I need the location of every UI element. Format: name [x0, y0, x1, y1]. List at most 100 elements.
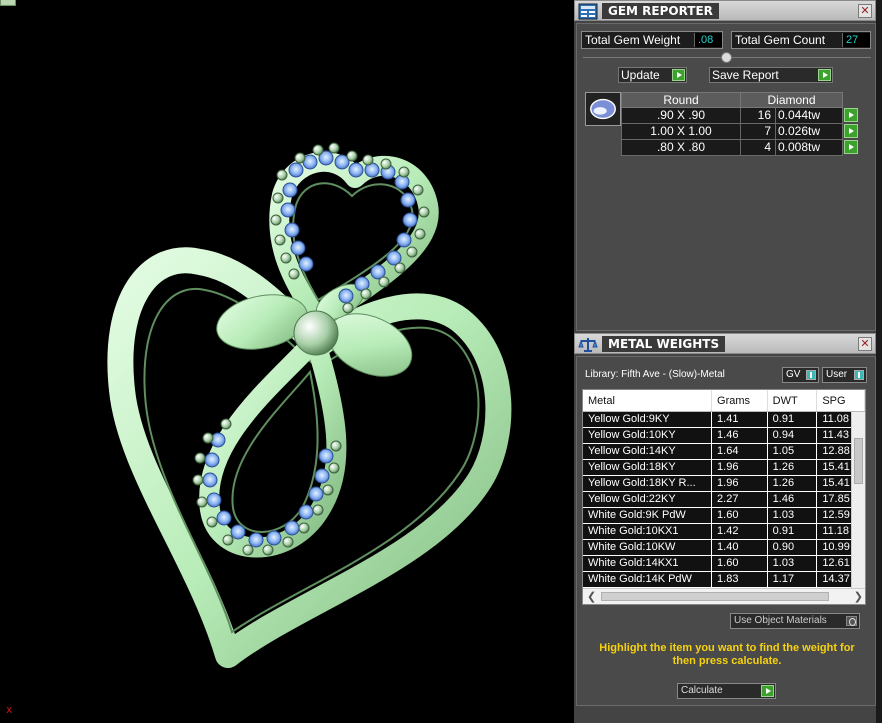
diamond-gem	[314, 468, 330, 484]
diamond-gem	[298, 504, 314, 520]
metal-name: White Gold:10KX1	[583, 524, 713, 539]
prong-bead	[272, 192, 284, 204]
prong-bead	[192, 474, 204, 486]
metal-grams: 1.96	[712, 460, 768, 475]
vertical-scroll-thumb[interactable]	[854, 438, 863, 484]
user-toggle[interactable]: User	[822, 367, 867, 383]
metal-weights-titlebar[interactable]: METAL WEIGHTS ✕	[574, 333, 876, 354]
diamond-gem	[288, 162, 304, 178]
table-row[interactable]: White Gold:14KX1 1.60 1.03 12.61	[583, 556, 865, 572]
center-ball	[293, 310, 339, 356]
prong-bead	[242, 544, 254, 556]
metal-table-rows: Yellow Gold:9KY 1.41 0.91 11.08 Yellow Gold:…	[583, 412, 865, 588]
prong-bead	[360, 288, 372, 300]
table-row[interactable]: Yellow Gold:18KY 1.96 1.26 15.41	[583, 460, 865, 476]
table-row[interactable]: Yellow Gold:18KY R... 1.96 1.26 15.41	[583, 476, 865, 492]
use-object-materials-checkbox[interactable]: Use Object Materials	[730, 613, 860, 629]
3d-viewport[interactable]: x	[0, 0, 574, 723]
metal-grams: 1.96	[712, 476, 768, 491]
play-arrow-icon	[761, 685, 774, 697]
total-gem-weight-value: .08	[694, 33, 722, 47]
metal-dwt: 1.03	[768, 556, 818, 571]
calculate-button[interactable]: Calculate	[677, 683, 776, 699]
diamond-gem	[266, 530, 282, 546]
gem-thumbnail-icon	[585, 92, 621, 126]
horizontal-scrollbar[interactable]: ❮ ❯	[583, 588, 865, 604]
prong-bead	[406, 246, 418, 258]
metal-dwt: 0.90	[768, 540, 818, 555]
gem-reporter-title: GEM REPORTER	[602, 3, 719, 19]
row-select-arrow-icon[interactable]	[844, 140, 858, 154]
save-report-button[interactable]: Save Report	[709, 67, 833, 83]
diamond-gem	[318, 448, 334, 464]
table-row[interactable]: Yellow Gold:9KY 1.41 0.91 11.08	[583, 412, 865, 428]
row-select-arrow-icon[interactable]	[844, 108, 858, 122]
table-row[interactable]: White Gold:9K PdW 1.60 1.03 12.59	[583, 508, 865, 524]
metal-grams: 1.46	[712, 428, 768, 443]
dwt-col-header[interactable]: DWT	[768, 390, 818, 411]
prong-bead	[222, 534, 234, 546]
gem-reporter-close-icon[interactable]: ✕	[858, 4, 872, 18]
gem-table-row[interactable]: 1.00 X 1.00 7 0.026tw	[621, 124, 858, 140]
update-button[interactable]: Update	[618, 67, 687, 83]
gem-reporter-titlebar[interactable]: GEM REPORTER ✕	[574, 0, 876, 21]
gem-table-header: Round Diamond	[621, 92, 843, 108]
table-row[interactable]: White Gold:10KX1 1.42 0.91 11.18	[583, 524, 865, 540]
table-row[interactable]: Yellow Gold:22KY 2.27 1.46 17.85	[583, 492, 865, 508]
metal-name: Yellow Gold:10KY	[583, 428, 713, 443]
diamond-gem	[206, 492, 222, 508]
prong-bead	[206, 516, 218, 528]
prong-bead	[362, 154, 374, 166]
metal-col-header[interactable]: Metal	[583, 390, 713, 411]
diamond-gem	[202, 472, 218, 488]
metal-dwt: 1.05	[768, 444, 818, 459]
gem-table-row[interactable]: .90 X .90 16 0.044tw	[621, 108, 858, 124]
metal-dwt: 1.26	[768, 476, 818, 491]
play-arrow-icon	[672, 69, 685, 81]
metal-weights-close-icon[interactable]: ✕	[858, 337, 872, 351]
metal-dwt: 0.91	[768, 412, 818, 427]
prong-bead	[330, 440, 342, 452]
gem-table-row[interactable]: .80 X .80 4 0.008tw	[621, 140, 858, 156]
table-row[interactable]: White Gold:14K PdW 1.83 1.17 14.37	[583, 572, 865, 588]
prong-bead	[328, 462, 340, 474]
prong-bead	[298, 522, 310, 534]
metal-name: Yellow Gold:9KY	[583, 412, 713, 427]
prong-bead	[276, 169, 288, 181]
table-row[interactable]: Yellow Gold:10KY 1.46 0.94 11.43	[583, 428, 865, 444]
grams-col-header[interactable]: Grams	[712, 390, 768, 411]
save-report-button-label: Save Report	[712, 68, 779, 82]
prong-bead	[412, 184, 424, 196]
metal-grams: 1.40	[712, 540, 768, 555]
metal-grams: 1.60	[712, 508, 768, 523]
table-row[interactable]: White Gold:10KW 1.40 0.90 10.99	[583, 540, 865, 556]
scroll-right-icon[interactable]: ❯	[854, 590, 863, 603]
spg-col-header[interactable]: SPG	[817, 390, 865, 411]
pendant-model[interactable]	[0, 0, 574, 723]
metal-name: White Gold:10KW	[583, 540, 713, 555]
prong-bead	[312, 144, 324, 156]
scroll-left-icon[interactable]: ❮	[587, 590, 596, 603]
horizontal-scroll-thumb[interactable]	[601, 592, 829, 601]
metal-grams: 2.27	[712, 492, 768, 507]
user-toggle-label: User	[826, 369, 848, 380]
diamond-gem	[290, 240, 306, 256]
gv-toggle[interactable]: GV	[782, 367, 819, 383]
metal-dwt: 1.17	[768, 572, 818, 587]
metal-table[interactable]: Metal Grams DWT SPG Yellow Gold:9KY 1.41 0…	[582, 389, 866, 605]
metal-grams: 1.60	[712, 556, 768, 571]
gem-reporter-body: Total Gem Weight .08 Total Gem Count 27 …	[576, 23, 876, 331]
prong-bead	[270, 214, 282, 226]
metal-dwt: 1.03	[768, 508, 818, 523]
total-gem-count-value: 27	[842, 33, 870, 47]
metal-name: White Gold:14KX1	[583, 556, 713, 571]
gem-weight: 0.008tw	[778, 140, 821, 154]
divider-knob[interactable]	[721, 52, 732, 63]
prong-bead	[346, 150, 358, 162]
vertical-scrollbar[interactable]	[851, 412, 865, 604]
table-row[interactable]: Yellow Gold:14KY 1.64 1.05 12.88	[583, 444, 865, 460]
prong-bead	[312, 504, 324, 516]
row-select-arrow-icon[interactable]	[844, 124, 858, 138]
total-gem-weight: Total Gem Weight .08	[581, 31, 723, 49]
diamond-gem	[348, 162, 364, 178]
